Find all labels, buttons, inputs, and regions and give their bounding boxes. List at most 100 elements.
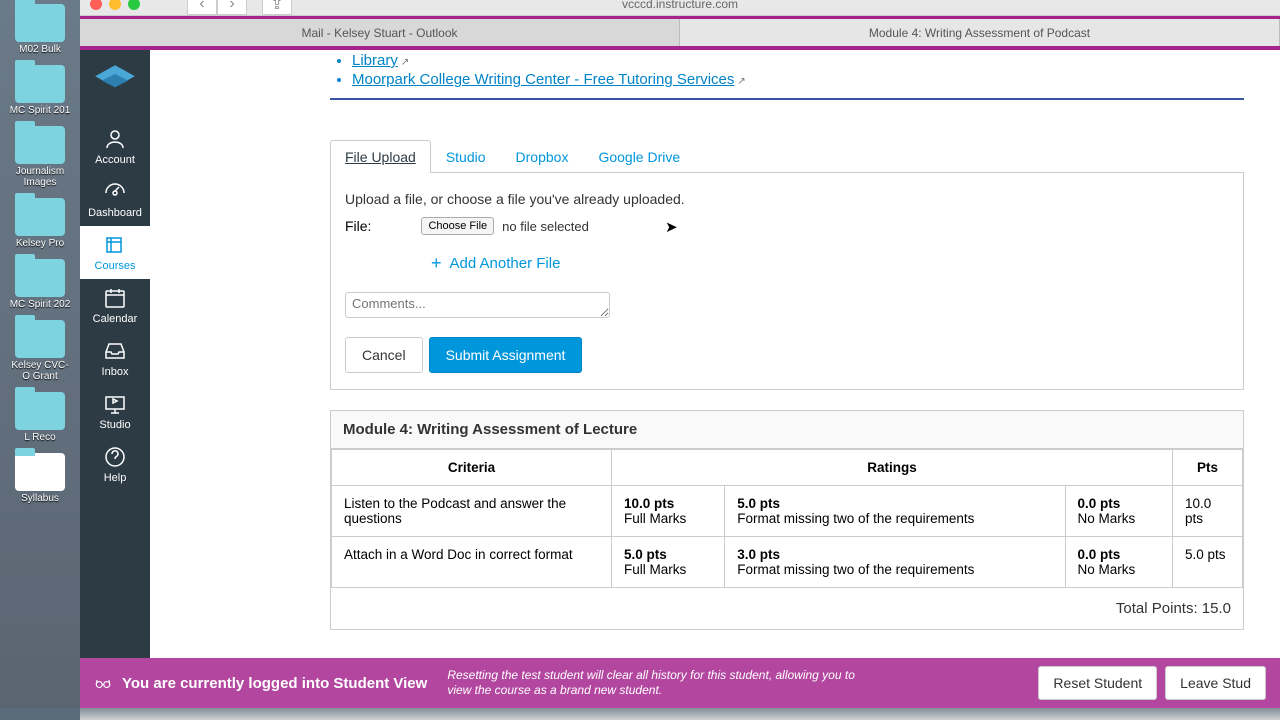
- rubric-title: Module 4: Writing Assessment of Lecture: [331, 411, 1243, 449]
- divider: [330, 98, 1244, 100]
- student-view-label: You are currently logged into Student Vi…: [122, 675, 427, 692]
- cancel-button[interactable]: Cancel: [345, 337, 423, 373]
- upload-intro-text: Upload a file, or choose a file you've a…: [345, 191, 1229, 207]
- desktop-folder[interactable]: Syllabus: [9, 453, 71, 504]
- pts-cell: 5.0 pts: [1173, 537, 1243, 588]
- tab-file-upload[interactable]: File Upload: [330, 140, 431, 173]
- desktop-folder[interactable]: Kelsey CVC-O Grant: [9, 320, 71, 382]
- sidebar-item-account[interactable]: Account: [80, 120, 150, 173]
- criteria-cell: Attach in a Word Doc in correct format: [332, 537, 612, 588]
- rating-cell: 5.0 ptsFormat missing two of the require…: [725, 486, 1065, 537]
- plus-icon: +: [431, 253, 442, 274]
- desktop-folder[interactable]: MC Spirit 202: [9, 259, 71, 310]
- folder-icon: [15, 392, 65, 430]
- student-view-msg: Resetting the test student will clear al…: [447, 668, 867, 698]
- writing-center-link[interactable]: Moorpark College Writing Center - Free T…: [352, 71, 734, 88]
- folder-icon: [15, 259, 65, 297]
- criteria-cell: Listen to the Podcast and answer the que…: [332, 486, 612, 537]
- leave-student-view-button[interactable]: Leave Stud: [1165, 666, 1266, 700]
- studio-icon: [103, 392, 127, 416]
- tab-google-drive[interactable]: Google Drive: [583, 140, 695, 173]
- desktop-folder[interactable]: M02 Bulk: [9, 4, 71, 55]
- no-file-text: no file selected: [502, 219, 589, 234]
- submit-assignment-button[interactable]: Submit Assignment: [429, 337, 583, 373]
- sidebar-item-help[interactable]: Help: [80, 438, 150, 491]
- resource-links: Library↗ Moorpark College Writing Center…: [330, 52, 1244, 88]
- folder-icon: [15, 65, 65, 103]
- help-icon: [103, 445, 127, 469]
- sidebar-item-label: Courses: [95, 260, 136, 272]
- comments-input[interactable]: [345, 292, 610, 318]
- library-link[interactable]: Library: [352, 52, 398, 69]
- file-label: File:: [345, 218, 371, 234]
- desktop-sidebar: M02 Bulk MC Spirit 201 Journalism Images…: [0, 0, 80, 708]
- external-link-icon: ↗: [737, 76, 745, 87]
- rating-cell: 3.0 ptsFormat missing two of the require…: [725, 537, 1065, 588]
- dashboard-icon: [103, 180, 127, 204]
- browser-tabs: Mail - Kelsey Stuart - Outlook Module 4:…: [80, 16, 1280, 46]
- glasses-icon: [94, 674, 112, 692]
- forward-button[interactable]: ›: [217, 0, 247, 15]
- desktop-folder[interactable]: Journalism Images: [9, 126, 71, 188]
- pts-cell: 10.0 pts: [1173, 486, 1243, 537]
- rating-cell: 5.0 ptsFull Marks: [612, 537, 725, 588]
- reset-student-button[interactable]: Reset Student: [1038, 666, 1157, 700]
- sidebar-item-courses[interactable]: Courses: [80, 226, 150, 279]
- sidebar-item-inbox[interactable]: Inbox: [80, 332, 150, 385]
- close-icon[interactable]: [90, 0, 102, 10]
- rubric-header-pts: Pts: [1173, 450, 1243, 486]
- add-file-label: Add Another File: [450, 255, 561, 272]
- sidebar-item-label: Studio: [99, 419, 130, 431]
- account-icon: [103, 127, 127, 151]
- rubric-row: Listen to the Podcast and answer the que…: [332, 486, 1243, 537]
- inbox-icon: [103, 339, 127, 363]
- sidebar-item-label: Inbox: [102, 366, 129, 378]
- tab-studio[interactable]: Studio: [431, 140, 501, 173]
- sidebar-item-calendar[interactable]: Calendar: [80, 279, 150, 332]
- courses-icon: [103, 233, 127, 257]
- rubric-total: Total Points: 15.0: [331, 588, 1243, 629]
- rubric-header-criteria: Criteria: [332, 450, 612, 486]
- rubric: Module 4: Writing Assessment of Lecture …: [330, 410, 1244, 630]
- maximize-icon[interactable]: [128, 0, 140, 10]
- share-button[interactable]: ⇪: [262, 0, 292, 15]
- choose-file-button[interactable]: Choose File: [421, 217, 494, 235]
- browser-tab[interactable]: Module 4: Writing Assessment of Podcast: [680, 19, 1280, 46]
- desktop-folder[interactable]: Kelsey Pro: [9, 198, 71, 249]
- sidebar-item-label: Dashboard: [88, 207, 142, 219]
- browser-tab[interactable]: Mail - Kelsey Stuart - Outlook: [80, 19, 680, 46]
- rating-cell: 0.0 ptsNo Marks: [1065, 486, 1172, 537]
- rubric-header-ratings: Ratings: [612, 450, 1173, 486]
- sidebar-item-dashboard[interactable]: Dashboard: [80, 173, 150, 226]
- main-content: Library↗ Moorpark College Writing Center…: [150, 50, 1280, 708]
- folder-icon: [15, 126, 65, 164]
- calendar-icon: [103, 286, 127, 310]
- folder-icon: [15, 4, 65, 42]
- external-link-icon: ↗: [401, 57, 409, 68]
- rubric-row: Attach in a Word Doc in correct format 5…: [332, 537, 1243, 588]
- canvas-app: Account Dashboard Courses Calendar Inbox…: [80, 46, 1280, 708]
- submission-tabs: File Upload Studio Dropbox Google Drive: [330, 140, 1244, 173]
- file-upload-panel: Upload a file, or choose a file you've a…: [330, 173, 1244, 390]
- desktop-folder[interactable]: L Reco: [9, 392, 71, 443]
- desktop-folder[interactable]: MC Spirit 201: [9, 65, 71, 116]
- folder-icon: [15, 320, 65, 358]
- sidebar-item-studio[interactable]: Studio: [80, 385, 150, 438]
- minimize-icon[interactable]: [109, 0, 121, 10]
- sidebar-item-label: Calendar: [93, 313, 138, 325]
- student-view-banner: You are currently logged into Student Vi…: [80, 658, 1280, 708]
- back-button[interactable]: ‹: [187, 0, 217, 15]
- dock: [80, 708, 1280, 720]
- institution-logo[interactable]: [90, 60, 140, 110]
- global-nav: Account Dashboard Courses Calendar Inbox…: [80, 50, 150, 708]
- add-another-file-button[interactable]: + Add Another File: [431, 253, 1229, 274]
- sidebar-item-label: Account: [95, 154, 135, 166]
- folder-icon: [15, 453, 65, 491]
- tab-dropbox[interactable]: Dropbox: [501, 140, 584, 173]
- rating-cell: 0.0 ptsNo Marks: [1065, 537, 1172, 588]
- rating-cell: 10.0 ptsFull Marks: [612, 486, 725, 537]
- folder-icon: [15, 198, 65, 236]
- address-bar[interactable]: vcccd.instructure.com: [622, 0, 738, 11]
- browser-toolbar: ‹ › ⇪ vcccd.instructure.com: [80, 0, 1280, 16]
- sidebar-item-label: Help: [104, 472, 127, 484]
